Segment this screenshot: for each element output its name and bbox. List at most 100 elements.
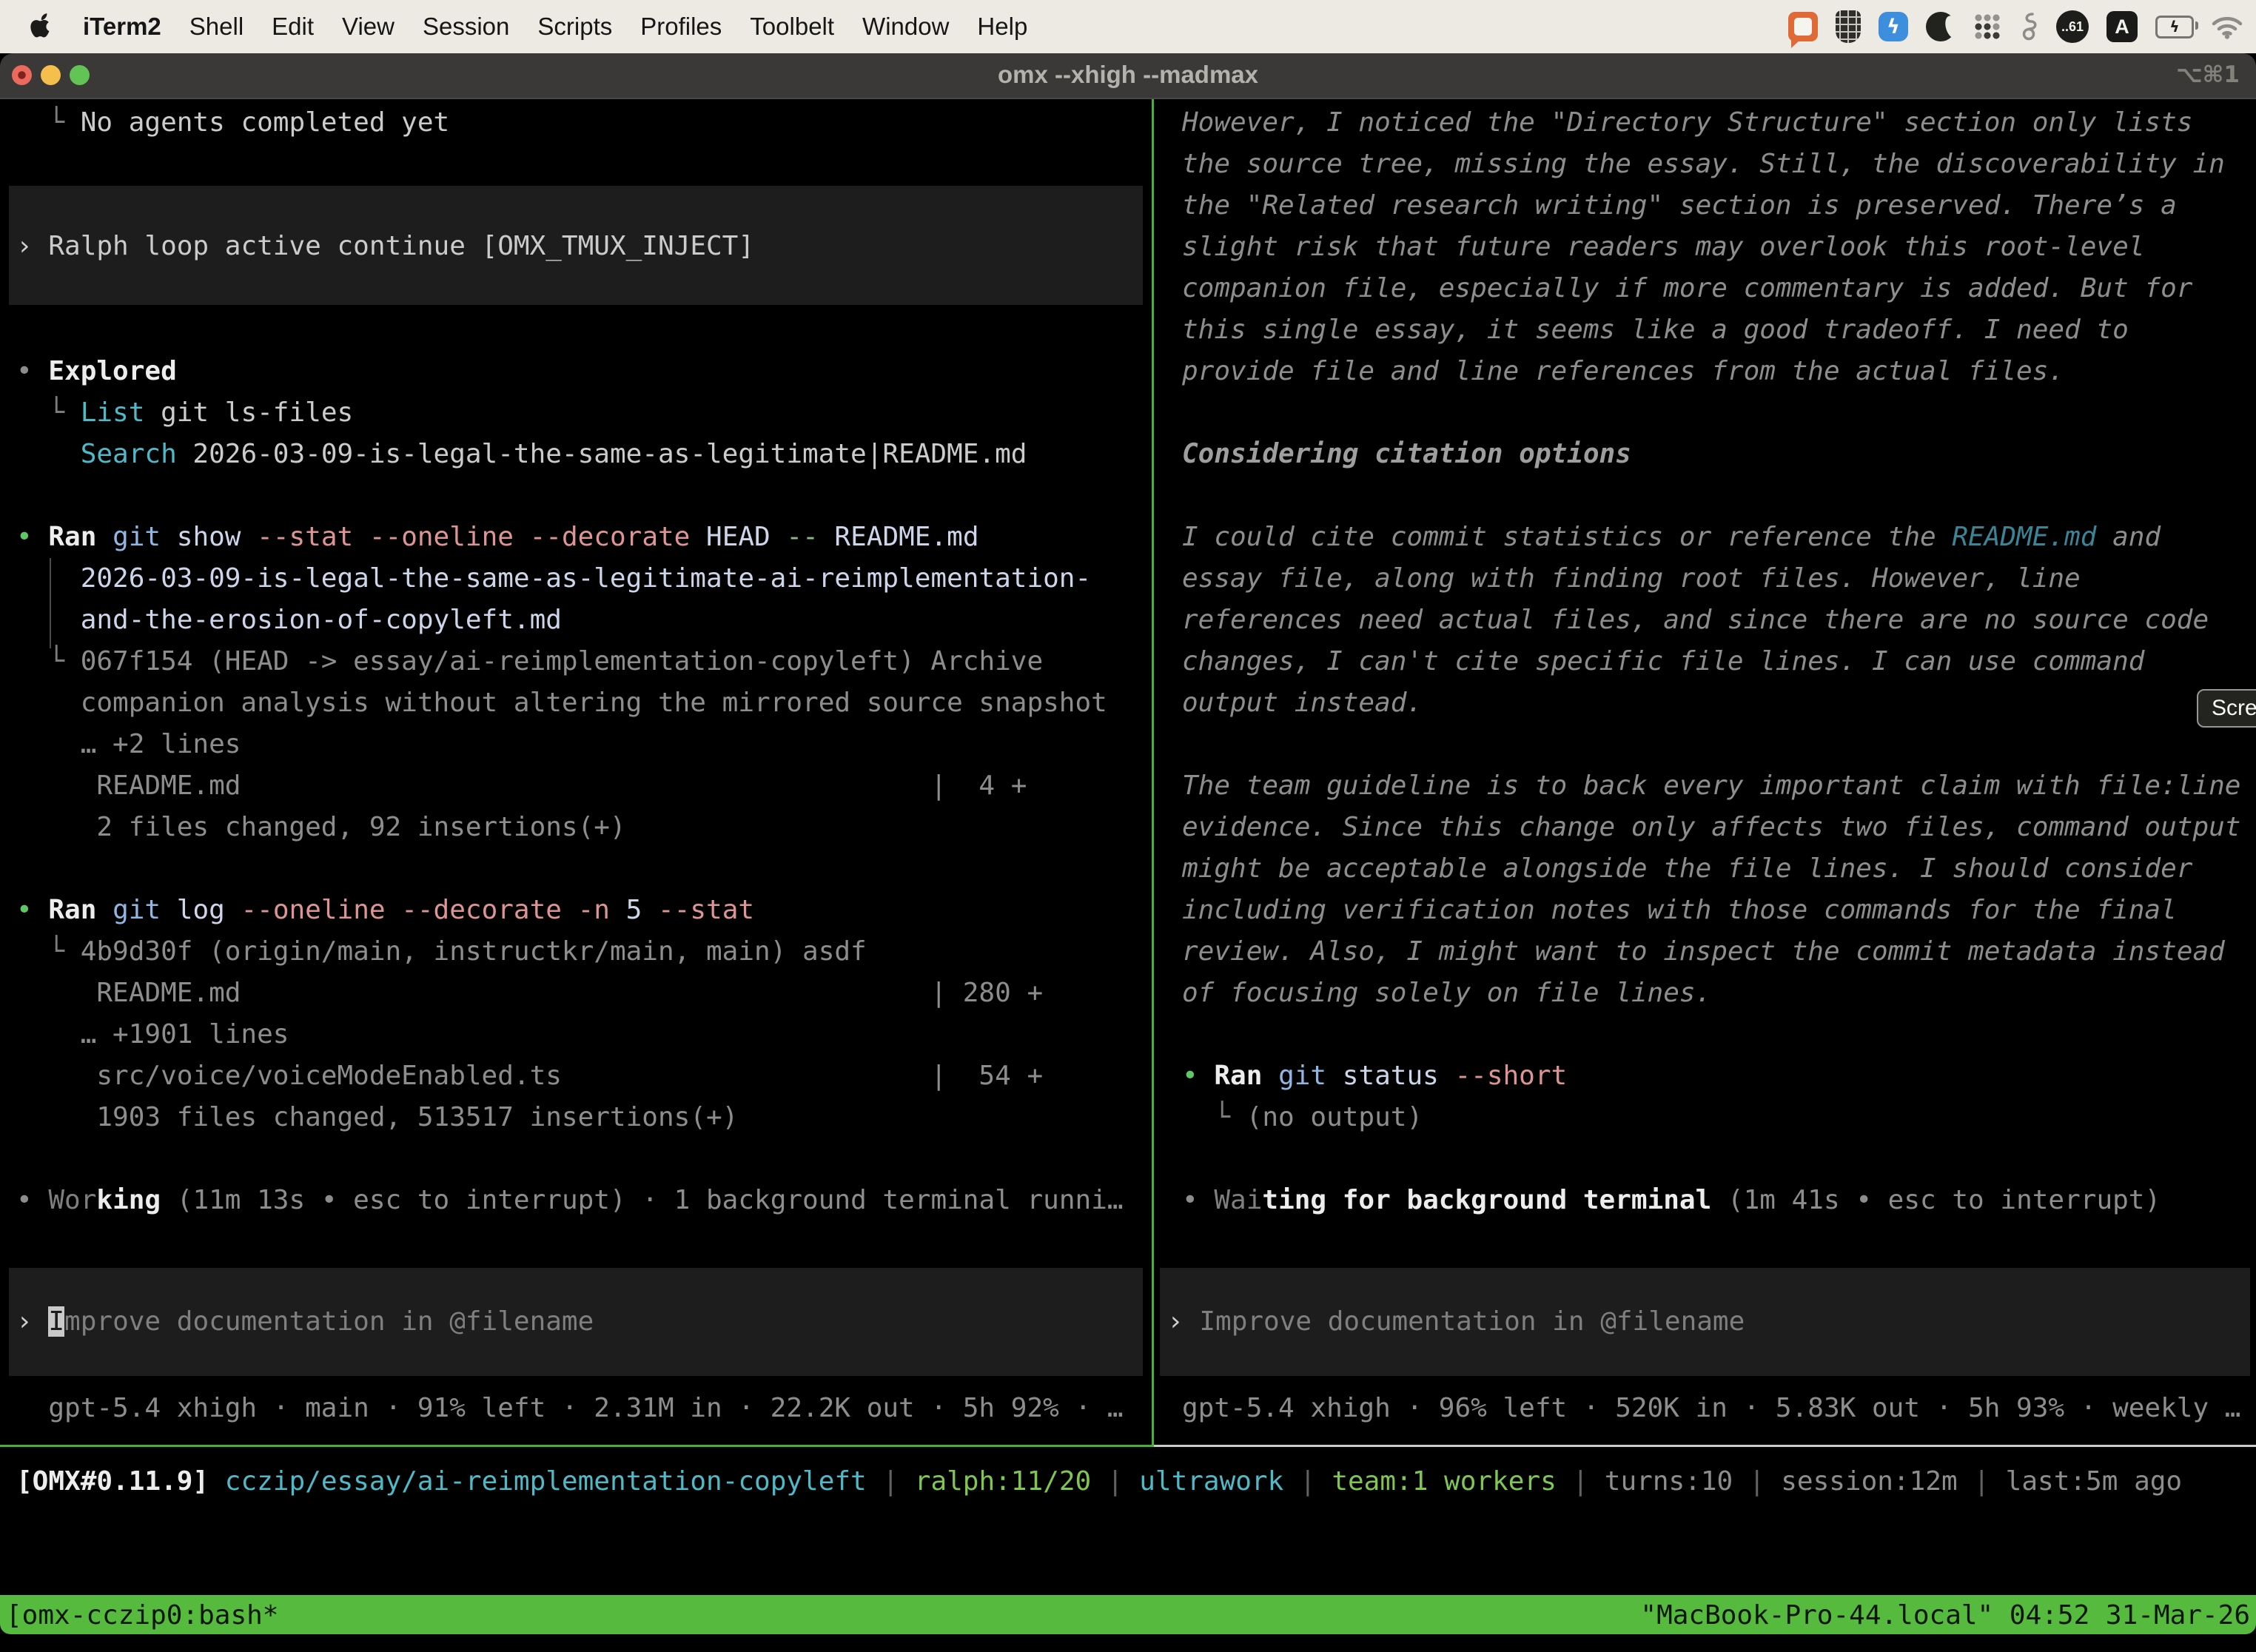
terminal-line: companion analysis without altering the … [16,682,1107,724]
ralph-notice-line: › Ralph loop active continue [OMX_TMUX_I… [16,226,754,267]
hook-icon-glyph [2019,11,2038,42]
shield-grid-icon-glyph [1836,10,1861,43]
text-segment: | [1283,1466,1332,1497]
text-segment: • [1182,1185,1214,1215]
screen-share-button[interactable]: Scre [2197,689,2256,728]
text-segment: 4b9d30f (origin/main, instructkr/main, m… [81,936,867,967]
text-segment: (1m 41s • esc to interrupt) [1711,1185,2161,1215]
prompt-input-right[interactable]: › Improve documentation in @filename [1160,1268,2250,1376]
tmux-host-time: "MacBook-Pro-44.local" 04:52 31-Mar-26 [1640,1600,2256,1631]
chat-bubble-icon[interactable] [1788,7,1818,46]
text-segment: might be acceptable alongside the file l… [1182,853,2192,884]
text-segment: and-the-erosion-of-copyleft.md [16,605,562,635]
text-segment: --oneline --decorate [225,895,562,925]
text-segment: Improve documentation in @filename [1199,1306,1745,1337]
menu-shell[interactable]: Shell [189,13,244,41]
menu-view[interactable]: View [342,13,395,41]
text-segment: └ [16,936,81,967]
terminal-line: of focusing solely on file lines. [1182,973,1711,1014]
text-segment: … +2 lines [16,729,241,759]
tree-guide-line [50,558,51,648]
terminal-pane-left[interactable]: └ No agents completed yet• Explored └ Li… [0,99,1152,1445]
window-shortcut-badge: ⌥⌘1 [2176,53,2240,98]
hook-icon[interactable] [2019,7,2038,46]
text-segment: … +1901 lines [16,1019,289,1050]
text-segment: -n [562,895,610,925]
menu-window[interactable]: Window [862,13,949,41]
text-segment: └ [1182,1102,1246,1132]
text-segment: Considering citation options [1182,439,1631,469]
menu-iterm2[interactable]: iTerm2 [83,13,161,41]
window-title: omx --xhigh --madmax [0,53,2256,98]
text-segment: README.md | 280 + [16,978,1043,1008]
terminal-line: 2 files changed, 92 insertions(+) [16,807,626,848]
menu-edit[interactable]: Edit [272,13,314,41]
text-segment: README.md | 4 + [16,770,1027,801]
battery-icon[interactable]: ϟ [2155,7,2194,46]
battery-percent-badge-icon[interactable]: ..61 [2056,7,2089,46]
dots-grid-icon-glyph [1973,13,2001,41]
terminal-line: › Ralph loop active continue [OMX_TMUX_I… [16,226,754,267]
text-segment: changes, I can't cite specific file line… [1182,646,2144,676]
titlebar[interactable]: omx --xhigh --madmax ⌥⌘1 [0,53,2256,99]
terminal-line: • Waiting for background terminal (1m 41… [1182,1180,2161,1221]
text-segment: Ran [1214,1061,1262,1091]
text-segment: 2026-03-09-is-legal-the-same-as-legitima… [16,563,1091,594]
menu-help[interactable]: Help [977,13,1027,41]
pie-circle-icon[interactable] [1926,7,1955,46]
dots-grid-icon[interactable] [1973,7,2001,46]
text-segment: --stat --oneline --decorate [241,522,690,552]
text-segment: src/voice/voiceModeEnabled.ts | 54 + [16,1061,1043,1091]
blue-bolt-badge-icon[interactable]: ϟ [1879,7,1908,46]
terminal-line: … +1901 lines [16,1014,289,1055]
text-segment: this single essay, it seems like a good … [1182,315,2129,345]
terminal-line: changes, I can't cite specific file line… [1182,641,2144,682]
text-segment: git [96,522,161,552]
menubar: iTerm2 Shell Edit View Session Scripts Profile… [0,0,2256,53]
text-segment: Ran [48,522,96,552]
menu-profiles[interactable]: Profiles [640,13,722,41]
text-segment: cczip/essay/ai-reimplementation-copyleft [225,1466,867,1497]
text-segment: session:12m [1781,1466,1957,1497]
terminal-line: [OMX#0.11.9] cczip/essay/ai-reimplementa… [16,1461,2182,1502]
wifi-icon-glyph [2212,14,2243,39]
prompt-input-right-text: › Improve documentation in @filename [1167,1301,1745,1343]
text-segment: companion file, especially if more comme… [1182,273,2192,303]
terminal-line: └ (no output) [1182,1097,1423,1138]
text-segment: evidence. Since this change only affects… [1182,812,2240,842]
text-segment: king [96,1185,161,1215]
terminal-line: • Ran git log --oneline --decorate -n 5 … [16,890,754,931]
prompt-input-left[interactable]: › Improve documentation in @filename [9,1268,1143,1376]
text-segment: | [1733,1466,1781,1497]
text-segment: provide file and line references from th… [1182,356,2064,386]
apple-menu-icon[interactable] [30,13,53,40]
text-segment: of focusing solely on file lines. [1182,978,1711,1008]
pie-circle-icon-glyph [1926,12,1955,41]
menu-scripts[interactable]: Scripts [537,13,612,41]
terminal-line: • Working (11m 13s • esc to interrupt) ·… [16,1180,1124,1221]
terminal-pane-right[interactable]: However, I noticed the "Directory Struct… [1154,99,2256,1445]
text-segment: review. Also, I might want to inspect th… [1182,936,2225,967]
session-status-left: gpt-5.4 xhigh · main · 91% left · 2.31M … [16,1388,1124,1429]
text-segment: • [16,522,48,552]
terminal-line: evidence. Since this change only affects… [1182,807,2240,848]
apple-logo-icon [30,13,53,40]
terminal-line: • Ran git status --short [1182,1055,1567,1097]
terminal-line: • Explored [16,351,177,392]
text-segment: Wor [48,1185,96,1215]
menu-session[interactable]: Session [423,13,509,41]
a-key-icon[interactable]: A [2106,7,2138,46]
text-segment: └ [16,397,81,428]
shield-grid-icon[interactable] [1836,7,1861,46]
wifi-icon[interactable] [2212,7,2243,46]
text-segment [16,439,81,469]
terminal-line: the "Related research writing" section i… [1182,185,2177,226]
tmux-window-label[interactable]: bash* [198,1600,278,1631]
terminal-line: and-the-erosion-of-copyleft.md [16,600,562,641]
menu-toolbelt[interactable]: Toolbelt [750,13,834,41]
text-segment: (11m 13s • esc to interrupt) [161,1185,626,1215]
text-segment: output instead. [1182,688,1423,718]
text-segment: slight risk that future readers may over… [1182,232,2144,262]
text-segment: The team guideline is to back every impo… [1182,770,2240,801]
omx-statusline: [OMX#0.11.9] cczip/essay/ai-reimplementa… [16,1461,2182,1502]
